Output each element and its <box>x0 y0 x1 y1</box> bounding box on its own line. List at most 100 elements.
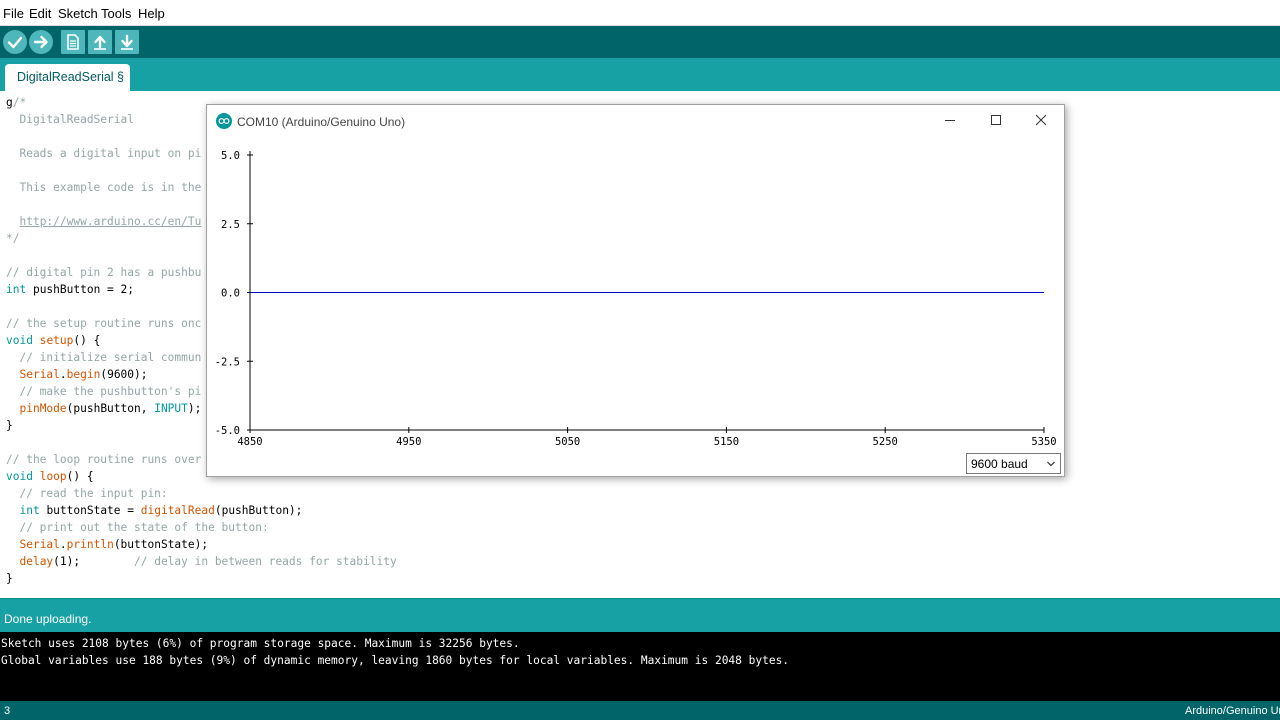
code-token: Reads a digital input on pi <box>6 147 202 160</box>
minimize-button[interactable] <box>927 105 973 136</box>
code-token: Serial <box>19 538 60 551</box>
x-tick-label: 4850 <box>237 436 262 448</box>
code-token: () { <box>66 470 94 483</box>
y-tick-label: -5.0 <box>215 425 240 437</box>
new-button[interactable] <box>61 30 85 54</box>
code-token: */ <box>6 232 20 245</box>
serial-plotter-window: COM10 (Arduino/Genuino Uno) 5.0 2.5 0.0 -2.… <box>206 104 1065 477</box>
menu-help[interactable]: Help <box>138 6 165 21</box>
code-line: Serial.println(buttonState); <box>6 536 208 553</box>
save-button[interactable] <box>115 30 139 54</box>
code-token: // make the pushbutton's pi <box>6 385 202 398</box>
code-token: } <box>6 419 13 432</box>
tab-sketch[interactable]: DigitalReadSerial § <box>5 64 130 91</box>
code-line: */ <box>6 230 19 247</box>
code-token: . <box>59 368 67 381</box>
code-line: // digital pin 2 has a pushbu <box>6 264 201 281</box>
code-line: // print out the state of the button: <box>6 519 268 536</box>
plotter-title: COM10 (Arduino/Genuino Uno) <box>237 115 406 129</box>
x-tick-label: 4950 <box>396 436 421 448</box>
status-bar: Done uploading. <box>0 598 1280 632</box>
line-number: 3 <box>4 705 11 717</box>
arrow-right-icon <box>33 35 48 49</box>
toolbar <box>0 26 1280 58</box>
code-token: buttonState = <box>39 504 141 517</box>
code-token: void <box>6 470 33 483</box>
y-tick-label: -2.5 <box>215 356 240 368</box>
code-token: (9600); <box>100 368 148 381</box>
code-line: // read the input pin: <box>6 485 167 502</box>
plot-chart: 5.0 2.5 0.0 -2.5 -5.04850 4950 5050 5150 5250 535… <box>215 150 1057 448</box>
code-line: // initialize serial commun <box>6 349 201 366</box>
maximize-icon <box>991 115 1001 125</box>
menu-file[interactable]: File <box>3 6 24 21</box>
close-button[interactable] <box>1018 105 1064 136</box>
status-message: Done uploading. <box>4 612 92 626</box>
plotter-titlebar[interactable]: COM10 (Arduino/Genuino Uno) <box>207 105 1064 136</box>
maximize-button[interactable] <box>973 105 1019 136</box>
console-line: Sketch uses 2108 bytes (6%) of program s… <box>1 637 520 650</box>
code-token: () { <box>73 334 101 347</box>
x-tick-label: 5350 <box>1031 436 1056 448</box>
menu-edit[interactable]: Edit <box>29 6 51 21</box>
close-icon <box>1035 114 1047 126</box>
code-line: void loop() { <box>6 468 94 485</box>
y-tick-label: 5.0 <box>221 150 240 162</box>
y-tick-label: 2.5 <box>221 219 240 231</box>
code-token: int <box>19 504 40 517</box>
arrow-up-icon <box>94 35 106 50</box>
code-line: DigitalReadSerial <box>6 111 134 128</box>
code-line: http://www.arduino.cc/en/Tu <box>6 213 201 230</box>
verify-button[interactable] <box>3 30 27 54</box>
x-tick-label: 5050 <box>555 436 580 448</box>
code-token: . <box>59 538 67 551</box>
checkmark-icon <box>7 36 23 49</box>
menu-tools[interactable]: Tools <box>101 6 131 21</box>
code-token: INPUT <box>154 402 188 415</box>
baud-rate-select[interactable]: 9600 baud <box>966 453 1061 474</box>
code-token: pushButton = 2; <box>26 283 134 296</box>
code-token: // digital pin 2 has a pushbu <box>6 266 202 279</box>
code-token: (1); <box>53 555 134 568</box>
code-token: /* <box>12 96 27 109</box>
code-token: Serial <box>19 368 60 381</box>
code-token: void <box>6 334 33 347</box>
x-tick-label: 5150 <box>714 436 739 448</box>
code-line: } <box>6 417 13 434</box>
code-token: setup <box>39 334 74 347</box>
code-token: // delay in between reads for stability <box>134 555 397 568</box>
menu-sketch[interactable]: Sketch <box>58 6 98 21</box>
code-token: pinMode <box>19 402 67 415</box>
code-token: http://www.arduino.cc/en/Tu <box>19 215 202 228</box>
code-line: g/* <box>6 94 26 111</box>
code-token: (buttonState); <box>113 538 209 551</box>
board-label: Arduino/Genuino Uno <box>1185 705 1280 717</box>
new-file-icon <box>67 34 79 50</box>
code-line: // the setup routine runs onc <box>6 315 201 332</box>
code-token: // the setup routine runs onc <box>6 317 202 330</box>
baud-rate-value: 9600 baud <box>971 457 1028 471</box>
tab-label: DigitalReadSerial § <box>17 70 125 84</box>
console-output: Sketch uses 2108 bytes (6%) of program s… <box>0 632 1280 701</box>
code-token: int <box>6 283 27 296</box>
code-token: (pushButton, <box>66 402 155 415</box>
code-token: g <box>6 96 13 109</box>
arrow-down-icon <box>121 34 133 50</box>
minimize-icon <box>945 120 955 121</box>
code-line: int buttonState = digitalRead(pushButton… <box>6 502 302 519</box>
code-line: } <box>6 570 13 587</box>
open-button[interactable] <box>88 30 112 54</box>
code-token: ); <box>187 402 202 415</box>
code-line: void setup() { <box>6 332 100 349</box>
upload-button[interactable] <box>29 30 53 54</box>
code-token: println <box>66 538 114 551</box>
code-token: loop <box>39 470 67 483</box>
